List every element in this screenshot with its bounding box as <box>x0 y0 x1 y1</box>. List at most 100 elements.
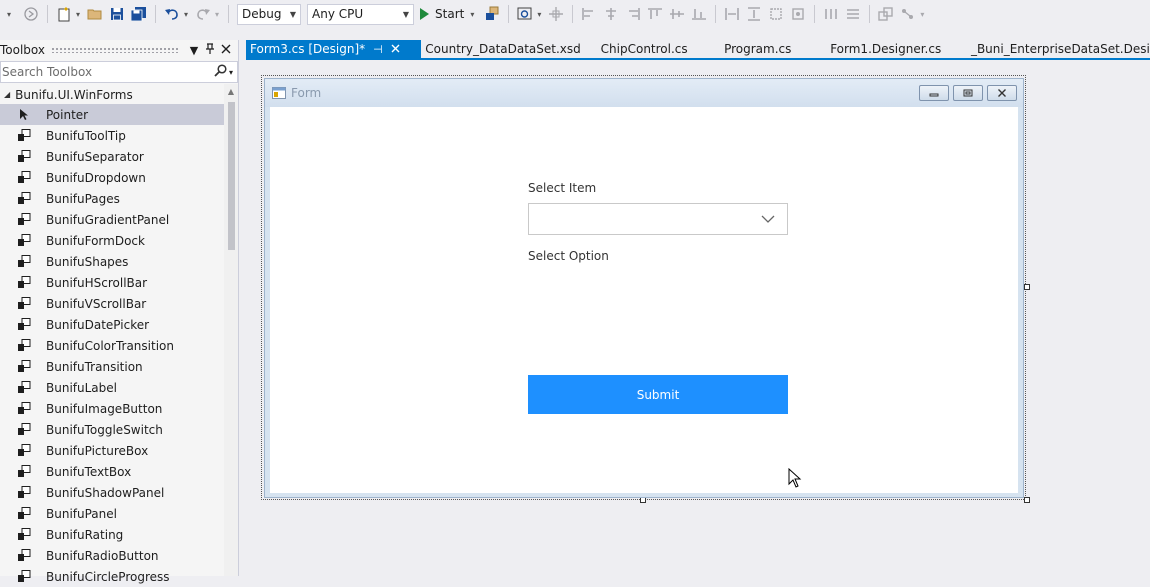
size-to-grid-icon[interactable] <box>789 3 807 25</box>
toolbox-item-bunifuseparator[interactable]: BunifuSeparator <box>0 146 224 167</box>
collapse-triangle-icon[interactable]: ◢ <box>4 90 10 99</box>
make-same-width-icon[interactable] <box>723 3 741 25</box>
play-icon <box>420 8 430 20</box>
align-tops-icon[interactable] <box>646 3 664 25</box>
toolbox-item-label: BunifuDropdown <box>46 170 146 185</box>
window-position-caret-icon[interactable]: ▼ <box>186 44 202 57</box>
form-title: Form <box>291 86 322 100</box>
toolbox-item-label: BunifuVScrollBar <box>46 296 147 311</box>
toolbox-item-label: BunifuToolTip <box>46 128 126 143</box>
navigate-forward-icon[interactable] <box>22 3 40 25</box>
scroll-up-arrow-icon[interactable]: ▲ <box>224 84 238 100</box>
close-icon[interactable] <box>391 43 400 56</box>
save-all-icon[interactable] <box>130 3 148 25</box>
pin-icon[interactable] <box>202 42 218 58</box>
make-same-size-icon[interactable] <box>767 3 785 25</box>
tab-order-icon[interactable] <box>899 3 917 25</box>
toolbox-scrollbar[interactable]: ▲ <box>224 84 238 576</box>
browser-link-icon[interactable] <box>516 3 534 25</box>
new-project-caret-icon[interactable]: ▾ <box>76 10 80 19</box>
undo-caret-icon[interactable]: ▾ <box>184 10 188 19</box>
toolbox-item-bunifutextbox[interactable]: BunifuTextBox <box>0 461 224 482</box>
horizontal-spacing-icon[interactable] <box>822 3 840 25</box>
toolbox-item-label: BunifuRating <box>46 527 124 542</box>
toolbox-item-bunifudatepicker[interactable]: BunifuDatePicker <box>0 314 224 335</box>
make-same-height-icon[interactable] <box>745 3 763 25</box>
redo-icon[interactable] <box>194 3 212 25</box>
toolbox-item-bunifupanel[interactable]: BunifuPanel <box>0 503 224 524</box>
select-option-label: Select Option <box>528 249 609 263</box>
component-icon <box>17 528 31 542</box>
tab-enterprise-dataset-designer[interactable]: _Buni_EnterpriseDataSet.Designer.cs <box>967 40 1150 58</box>
component-icon <box>17 570 31 584</box>
align-lefts-icon[interactable] <box>580 3 598 25</box>
align-bottoms-icon[interactable] <box>690 3 708 25</box>
toolbox-item-bunifucircleprogress[interactable]: BunifuCircleProgress <box>0 566 224 587</box>
toolbox-item-bunifugradientpanel[interactable]: BunifuGradientPanel <box>0 209 224 230</box>
tab-form3-design[interactable]: Form3.cs [Design]* ⊣ <box>246 40 422 58</box>
chevron-down-icon: ▼ <box>289 9 297 19</box>
toolbox-item-bunifushapes[interactable]: BunifuShapes <box>0 251 224 272</box>
maximize-button[interactable] <box>953 85 983 101</box>
save-icon[interactable] <box>108 3 126 25</box>
toolbox-item-bunifulabel[interactable]: BunifuLabel <box>0 377 224 398</box>
toolbox-item-bunifupicturebox[interactable]: BunifuPictureBox <box>0 440 224 461</box>
toolbox-item-bunifushadowpanel[interactable]: BunifuShadowPanel <box>0 482 224 503</box>
toolbox-group-bunifu[interactable]: ◢ Bunifu.UI.WinForms <box>0 84 238 105</box>
align-to-grid-icon[interactable] <box>547 3 565 25</box>
redo-caret-icon[interactable]: ▾ <box>215 10 219 19</box>
toolbox-item-bunifucolortransition[interactable]: BunifuColorTransition <box>0 335 224 356</box>
toolbox-item-bunifuhscrollbar[interactable]: BunifuHScrollBar <box>0 272 224 293</box>
toolbox-item-bunifupages[interactable]: BunifuPages <box>0 188 224 209</box>
toolbox-item-bunifurating[interactable]: BunifuRating <box>0 524 224 545</box>
toolbox-search-input[interactable] <box>2 65 192 79</box>
minimize-button[interactable] <box>919 85 949 101</box>
close-window-button[interactable] <box>987 85 1017 101</box>
back-caret-icon[interactable]: ▾ <box>0 3 18 25</box>
form-title-bar[interactable]: Form <box>265 79 1023 107</box>
component-icon <box>17 192 31 206</box>
toolbox-item-pointer[interactable]: Pointer <box>0 104 224 125</box>
close-icon[interactable] <box>218 44 234 57</box>
browser-link-caret-icon[interactable]: ▾ <box>537 10 541 19</box>
toolbox-item-bunifuvscrollbar[interactable]: BunifuVScrollBar <box>0 293 224 314</box>
new-project-icon[interactable] <box>55 3 73 25</box>
scrollbar-thumb[interactable] <box>228 102 235 250</box>
toolbar-overflow-caret-icon[interactable]: ▾ <box>920 10 924 19</box>
undo-icon[interactable] <box>163 3 181 25</box>
vertical-spacing-icon[interactable] <box>844 3 862 25</box>
select-item-dropdown[interactable] <box>528 203 788 235</box>
bring-to-front-icon[interactable] <box>877 3 895 25</box>
search-options-caret-icon[interactable]: ▾ <box>229 68 233 77</box>
search-icon[interactable] <box>214 64 227 80</box>
open-folder-icon[interactable] <box>86 3 104 25</box>
tab-chipcontrol[interactable]: ChipControl.cs <box>597 40 720 58</box>
align-middles-icon[interactable] <box>668 3 686 25</box>
tab-form1-designer[interactable]: Form1.Designer.cs <box>826 40 967 58</box>
toolbox-item-bunifuformdock[interactable]: BunifuFormDock <box>0 230 224 251</box>
platform-select[interactable]: Any CPU ▼ <box>307 3 415 25</box>
toolbox-item-bunifutoggleswitch[interactable]: BunifuToggleSwitch <box>0 419 224 440</box>
toolbox-item-bunifudropdown[interactable]: BunifuDropdown <box>0 167 224 188</box>
form-window[interactable]: Form Select Item Select Option Submit <box>264 78 1024 498</box>
attach-icon[interactable] <box>483 3 501 25</box>
pin-icon[interactable]: ⊣ <box>373 43 383 56</box>
panel-grip[interactable] <box>51 47 178 53</box>
toolbox-item-bunifutransition[interactable]: BunifuTransition <box>0 356 224 377</box>
form-designer-surface[interactable]: Form Select Item Select Option Submit <box>246 62 1150 576</box>
submit-button[interactable]: Submit <box>528 375 788 414</box>
start-button[interactable]: Start ▾ <box>417 3 481 25</box>
align-centers-icon[interactable] <box>602 3 620 25</box>
resize-handle-right[interactable] <box>1024 284 1030 290</box>
align-rights-icon[interactable] <box>624 3 642 25</box>
toolbox-item-bunifuradiobutton[interactable]: BunifuRadioButton <box>0 545 224 566</box>
toolbox-item-bunifutooltip[interactable]: BunifuToolTip <box>0 125 224 146</box>
toolbox-item-label: BunifuColorTransition <box>46 338 174 353</box>
resize-handle-corner[interactable] <box>1024 497 1030 503</box>
toolbox-item-bunifuimagebutton[interactable]: BunifuImageButton <box>0 398 224 419</box>
component-icon <box>17 318 31 332</box>
tab-country-dataset[interactable]: Country_DataDataSet.xsd <box>421 40 596 58</box>
tab-program[interactable]: Program.cs <box>720 40 826 58</box>
pointer-arrow-icon <box>17 108 31 122</box>
configuration-select[interactable]: Debug ▼ <box>237 3 302 25</box>
